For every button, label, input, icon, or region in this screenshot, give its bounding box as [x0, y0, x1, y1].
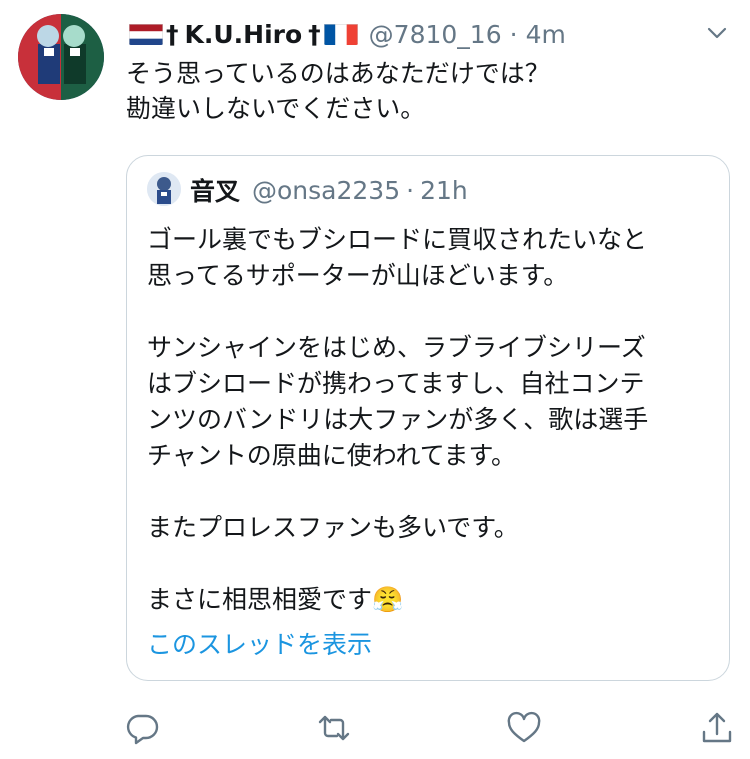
show-thread-link[interactable]: このスレッドを表示 [147, 627, 372, 663]
quoted-text-line: またプロレスファンも多いです。 [147, 513, 519, 542]
tweet-text-line: そう思っているのはあなただけでは？ [126, 59, 550, 88]
quoted-text-line: ゴール裏でもブシロードに買収されたいなと [147, 225, 648, 254]
separator-dot: · [406, 175, 415, 205]
quoted-text-line-last: まさに相思相愛です😤 [147, 582, 403, 618]
tweet-header: † K.U.Hiro † @7810_16 · 4m [126, 14, 566, 54]
tweet-time[interactable]: 4m [526, 20, 566, 49]
quoted-text-line: チャントの原曲に使われてます。 [147, 441, 517, 470]
dagger-right: † [308, 19, 321, 49]
retweet-icon[interactable] [316, 710, 352, 746]
quoted-author-avatar [147, 172, 181, 206]
quoted-text-line: まさに相思相愛です [147, 585, 373, 614]
netherlands-flag-icon [129, 23, 163, 45]
share-icon[interactable] [699, 710, 735, 746]
quoted-time: 21h [420, 175, 468, 205]
quoted-text-line: サンシャインをはじめ、ラブライブシリーズ [147, 333, 646, 362]
france-flag-icon [323, 23, 358, 45]
separator-dot: · [509, 19, 518, 49]
steam-face-emoji: 😤 [372, 585, 404, 614]
author-name[interactable]: K.U.Hiro [185, 20, 303, 49]
quoted-author-handle: @onsa2235 [252, 175, 401, 205]
quoted-text-line: ンツのバンドリは大ファンが多く、歌は選手 [147, 405, 649, 434]
author-avatar[interactable] [18, 14, 104, 100]
quoted-text-line: 思ってるサポーターが山ほどいます。 [147, 261, 569, 290]
author-handle[interactable]: @7810_16 [369, 20, 502, 49]
like-icon[interactable] [506, 710, 542, 746]
chevron-down-icon[interactable] [704, 22, 730, 44]
quoted-header: 音叉 @onsa2235 · 21h [190, 172, 468, 208]
tweet-text-line: 勘違いしないでください。 [126, 94, 426, 123]
dagger-left: † [166, 19, 179, 49]
reply-icon[interactable] [124, 710, 160, 746]
quoted-author-name: 音叉 [190, 177, 241, 206]
quoted-text-line: はブシロードが携わってますし、自社コンテ [147, 369, 645, 398]
